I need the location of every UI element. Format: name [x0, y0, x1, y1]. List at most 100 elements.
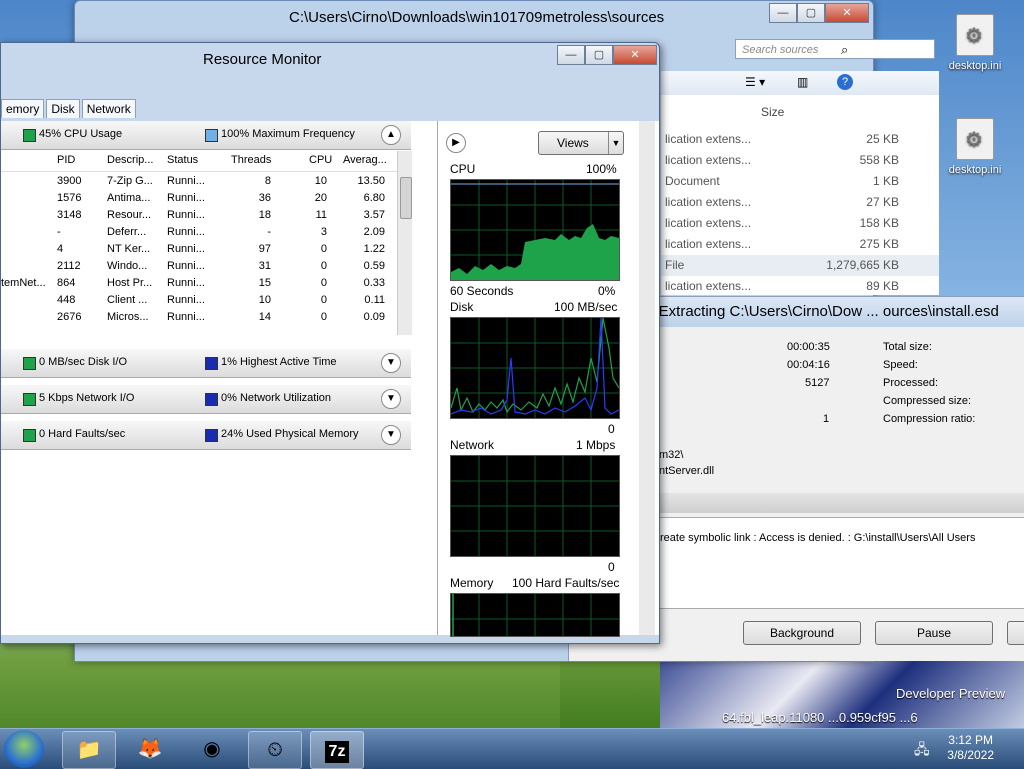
process-cell-cpu: 10 — [314, 175, 327, 187]
file-row-selected[interactable]: File 1,279,665 KB — [661, 255, 939, 276]
search-icon[interactable]: ⌕ — [841, 42, 848, 58]
cpu-section-header[interactable]: 45% CPU Usage 100% Maximum Frequency ▲ — [1, 121, 411, 150]
total-size-label: Total size: — [883, 341, 932, 353]
firefox-taskbar-icon[interactable]: 🦊 — [124, 731, 176, 767]
explorer-title: C:\Users\Cirno\Downloads\win101709metrol… — [289, 9, 665, 26]
process-scrollbar[interactable] — [397, 151, 412, 335]
pause-button[interactable]: Pause — [875, 621, 993, 645]
file-row[interactable]: lication extens... 275 KB — [661, 234, 939, 255]
process-row[interactable]: 448 Client ... Runni... 10 0 0.11 — [1, 292, 399, 309]
column-cpu[interactable]: CPU — [309, 154, 332, 166]
chevron-down-icon[interactable]: ▼ — [381, 353, 401, 373]
resource-monitor-taskbar-icon[interactable]: ⏲ — [248, 731, 302, 769]
file-row[interactable]: lication extens... 25 KB — [661, 129, 939, 150]
search-input[interactable]: Search sources — [735, 39, 935, 59]
process-row[interactable]: 3148 Resour... Runni... 18 11 3.57 — [1, 207, 399, 224]
network-graph-min: 0 — [608, 560, 615, 574]
compression-ratio-label: Compression ratio: — [883, 413, 976, 425]
process-row[interactable]: 2112 Windo... Runni... 31 0 0.59 — [1, 258, 399, 275]
file-size: 1,279,665 KB — [826, 258, 899, 272]
chrome-taskbar-icon[interactable]: ◉ — [186, 731, 238, 767]
errors-list[interactable]: reate symbolic link : Access is denied. … — [659, 517, 1024, 609]
process-cell-avg: 3.57 — [363, 209, 385, 221]
chevron-down-icon[interactable]: ▼ — [381, 425, 401, 445]
7zip-taskbar-button[interactable]: 7z — [310, 731, 364, 769]
process-cell-status: Runni... — [167, 209, 205, 221]
file-row[interactable]: lication extens... 158 KB — [661, 213, 939, 234]
column-threads[interactable]: Threads — [231, 154, 271, 166]
elapsed-time: 00:00:35 — [787, 341, 830, 353]
process-cell-pid: - — [57, 226, 61, 238]
file-row[interactable]: Document 1 KB — [661, 171, 939, 192]
file-row[interactable]: lication extens... 558 KB — [661, 150, 939, 171]
chevron-up-icon[interactable]: ▲ — [381, 125, 401, 145]
rm-graph-pane: ▶ Views ▼ CPU 100% 60 Seconds 0% Disk 10… — [437, 121, 638, 637]
column-pid[interactable]: PID — [57, 154, 75, 166]
disk-section-header[interactable]: 0 MB/sec Disk I/O 1% Highest Active Time… — [1, 349, 411, 378]
clock[interactable]: 3:12 PM 3/8/2022 — [947, 733, 994, 763]
process-row[interactable]: 4 NT Ker... Runni... 97 0 1.22 — [1, 241, 399, 258]
process-column-headers: PID Descrip... Status Threads CPU Averag… — [1, 151, 399, 172]
chevron-right-icon[interactable]: ▶ — [446, 133, 466, 153]
process-cell-desc: Deferr... — [107, 226, 147, 238]
process-row[interactable]: temNet... 864 Host Pr... Runni... 15 0 0.33 — [1, 275, 399, 292]
process-cell-threads: 97 — [258, 243, 271, 255]
process-cell-pid: 864 — [57, 277, 76, 289]
process-cell-threads: 15 — [258, 277, 271, 289]
process-row[interactable]: 3900 7-Zip G... Runni... 8 10 13.50 — [1, 173, 399, 190]
minimize-button[interactable]: — — [769, 3, 797, 23]
process-row[interactable]: 1576 Antima... Runni... 36 20 6.80 — [1, 190, 399, 207]
close-button[interactable]: ✕ — [613, 45, 657, 65]
process-cell-cpu: 20 — [314, 192, 327, 204]
chevron-down-icon[interactable]: ▼ — [381, 389, 401, 409]
maximize-button[interactable]: ▢ — [585, 45, 613, 65]
resource-monitor-window[interactable]: Resource Monitor — ▢ ✕ emory Disk Networ… — [0, 42, 660, 644]
file-row[interactable]: lication extens... 27 KB — [661, 192, 939, 213]
memory-section-header[interactable]: 0 Hard Faults/sec 24% Used Physical Memo… — [1, 421, 411, 450]
column-description[interactable]: Descrip... — [107, 154, 153, 166]
network-tray-icon[interactable]: 🖧 — [914, 739, 930, 763]
cpu-graph — [450, 179, 620, 281]
scrollbar-thumb[interactable] — [400, 177, 412, 219]
view-options-icon[interactable]: ☰ ▾ — [745, 75, 765, 89]
explorer-taskbar-icon[interactable]: 📁 — [62, 731, 116, 769]
desktop-icon-desktop-ini-2[interactable]: desktop.ini — [940, 118, 1010, 176]
tab-network[interactable]: Network — [81, 99, 136, 118]
file-row[interactable]: lication extens... 89 KB — [661, 276, 939, 297]
cpu-graph-max: 100% — [586, 162, 617, 176]
views-button[interactable]: Views ▼ — [538, 131, 624, 155]
size-column-header[interactable]: Size — [761, 105, 784, 119]
process-cell-cpu: 3 — [320, 226, 327, 238]
maximize-button[interactable]: ▢ — [797, 3, 825, 23]
clock-date: 3/8/2022 — [947, 748, 994, 762]
file-size: 558 KB — [859, 153, 899, 167]
background-button[interactable]: Background — [743, 621, 861, 645]
process-cell-cpu: 0 — [320, 294, 327, 306]
cancel-button[interactable] — [1007, 621, 1024, 645]
network-graph-plot — [451, 456, 619, 556]
desktop-icon-desktop-ini-1[interactable]: desktop.ini — [940, 14, 1010, 72]
network-section-header[interactable]: 5 Kbps Network I/O 0% Network Utilizatio… — [1, 385, 411, 414]
graph-pane-scrollbar[interactable] — [639, 121, 655, 635]
column-status[interactable]: Status — [167, 154, 198, 166]
process-row[interactable]: 2676 Micros... Runni... 14 0 0.09 — [1, 309, 399, 326]
process-cell-threads: 10 — [258, 294, 271, 306]
rm-body: 45% CPU Usage 100% Maximum Frequency ▲ P… — [1, 121, 659, 637]
physical-memory-text: 24% Used Physical Memory — [221, 428, 359, 440]
minimize-button[interactable]: — — [557, 45, 585, 65]
process-row[interactable]: - Deferr... Runni... - 3 2.09 — [1, 224, 399, 241]
tab-disk[interactable]: Disk — [46, 99, 80, 118]
column-average-cpu[interactable]: Averag... — [343, 154, 387, 166]
preview-pane-icon[interactable]: ▥ — [797, 75, 808, 89]
file-size: 158 KB — [859, 216, 899, 230]
process-cell-avg: 0.33 — [363, 277, 385, 289]
process-cell-status: Runni... — [167, 226, 205, 238]
dropdown-arrow-icon[interactable]: ▼ — [608, 132, 623, 154]
start-button[interactable] — [4, 730, 44, 768]
help-icon[interactable]: ? — [837, 74, 853, 90]
close-button[interactable]: ✕ — [825, 3, 869, 23]
tab-memory[interactable]: emory — [1, 99, 45, 118]
cpu-graph-min: 0% — [598, 284, 616, 298]
file-size: 1 KB — [872, 174, 899, 188]
memory-graph-label: Memory — [450, 576, 494, 590]
